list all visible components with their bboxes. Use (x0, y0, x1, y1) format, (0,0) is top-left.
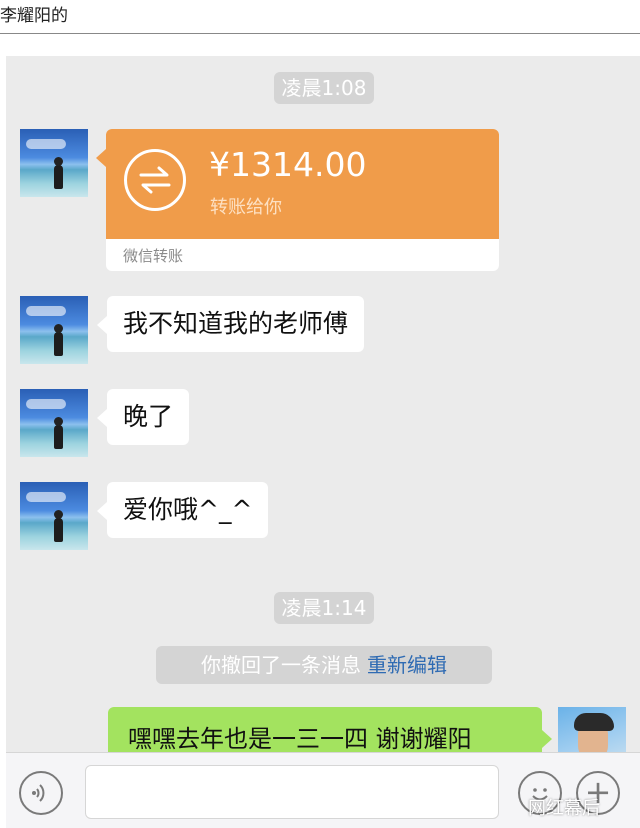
voice-icon[interactable] (19, 771, 63, 815)
recall-text: 你撤回了一条消息 (201, 653, 361, 677)
recall-notice: 你撤回了一条消息 重新编辑 (156, 646, 492, 684)
transfer-subtitle: 转账给你 (210, 197, 282, 218)
message-input[interactable] (85, 765, 499, 819)
transfer-card-header: ¥1314.00 转账给你 (106, 129, 499, 239)
message-bubble[interactable]: 晚了 (96, 389, 190, 445)
image-caption: 李耀阳的 (0, 0, 640, 34)
transfer-footer: 微信转账 (123, 247, 184, 265)
message-bubble[interactable]: 爱你哦^_^ (96, 482, 269, 538)
contact-avatar[interactable] (20, 296, 88, 364)
watermark: 网红幕后 (528, 798, 600, 819)
chat-area: 凌晨1:08 ¥1314.00 转账给你 微信转账 我不知道我的老师傅 晚了 爱… (6, 56, 640, 828)
contact-avatar[interactable] (20, 482, 88, 550)
re-edit-link[interactable]: 重新编辑 (367, 653, 447, 677)
transfer-amount: ¥1314.00 (209, 145, 367, 184)
timestamp: 凌晨1:14 (274, 592, 374, 624)
contact-avatar[interactable] (20, 129, 88, 197)
transfer-arrows-icon (124, 149, 186, 211)
my-bubble-tail (542, 730, 552, 748)
contact-avatar[interactable] (20, 389, 88, 457)
transfer-card[interactable]: ¥1314.00 转账给你 微信转账 (96, 129, 499, 271)
timestamp: 凌晨1:08 (274, 72, 374, 104)
message-bubble[interactable]: 我不知道我的老师傅 (96, 296, 365, 352)
